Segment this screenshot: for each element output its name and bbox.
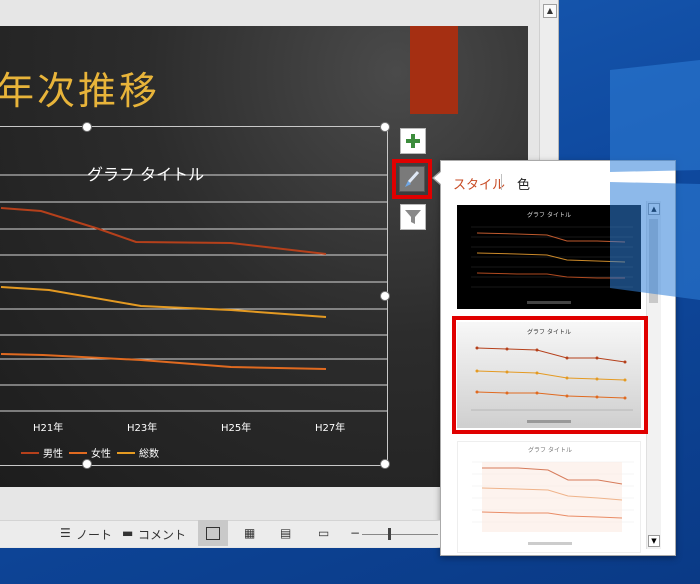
line-chart: グラフ タイトル H21年 H23年 H25年 H27年 男性 女性 総数	[0, 165, 387, 460]
x-tick-label: H27年	[315, 421, 345, 434]
chart-filters-button[interactable]	[400, 204, 426, 230]
scroll-down-arrow-icon[interactable]: ▼	[648, 535, 660, 547]
comments-icon: ▬	[122, 526, 134, 540]
x-tick-label: H23年	[127, 421, 157, 434]
notes-button[interactable]: ノート	[76, 526, 112, 543]
thumbnail-title: グラフ タイトル	[528, 446, 572, 454]
series-female-line	[0, 353, 327, 370]
reading-view-icon[interactable]: ▤	[280, 526, 291, 540]
resize-handle[interactable]	[82, 459, 92, 469]
zoom-slider-track[interactable]	[362, 534, 438, 535]
legend-label: 総数	[139, 447, 159, 460]
resize-handle[interactable]	[380, 122, 390, 132]
slide-sorter-icon[interactable]: ▦	[244, 526, 255, 540]
plus-icon	[406, 134, 420, 148]
series-male-line	[0, 207, 327, 255]
resize-handle[interactable]	[380, 291, 390, 301]
pane-pointer-inner	[434, 171, 442, 185]
windows-logo-icon	[610, 60, 700, 300]
tab-color[interactable]: 色	[517, 174, 530, 193]
notes-icon: ☰	[60, 526, 71, 540]
chart-elements-button[interactable]	[400, 128, 426, 154]
x-tick-label: H21年	[33, 421, 63, 434]
zoom-out-button[interactable]: −	[350, 526, 360, 540]
legend-label: 男性	[43, 447, 63, 460]
chart-legend: 男性 女性 総数	[21, 447, 159, 460]
resize-handle[interactable]	[82, 122, 92, 132]
tab-style[interactable]: スタイル	[453, 174, 505, 193]
series-total-line	[0, 286, 327, 318]
funnel-icon	[405, 210, 421, 224]
comments-button[interactable]: コメント	[138, 526, 186, 543]
normal-view-button[interactable]	[198, 520, 228, 546]
slideshow-icon[interactable]: ▭	[318, 526, 329, 540]
x-tick-label: H25年	[221, 421, 251, 434]
tab-divider	[501, 174, 502, 190]
brush-icon	[405, 170, 420, 187]
resize-handle[interactable]	[380, 459, 390, 469]
chart-style-thumbnail[interactable]: グラフ タイトル	[457, 441, 641, 553]
thumbnail-title: グラフ タイトル	[527, 328, 571, 336]
legend-label: 女性	[91, 447, 111, 460]
chart-title: グラフ タイトル	[87, 165, 204, 184]
zoom-slider-thumb[interactable]	[388, 528, 391, 540]
chart-styles-button[interactable]	[399, 166, 425, 192]
gridlines	[0, 174, 387, 412]
thumbnail-title: グラフ タイトル	[527, 211, 571, 219]
slide-title[interactable]: 年次推移	[0, 60, 160, 115]
decorative-red-bar	[410, 26, 458, 114]
normal-view-icon	[206, 527, 220, 540]
chart-frame[interactable]: グラフ タイトル H21年 H23年 H25年 H27年 男性 女性 総数	[0, 126, 388, 466]
scroll-up-arrow-icon[interactable]: ▲	[543, 4, 557, 18]
